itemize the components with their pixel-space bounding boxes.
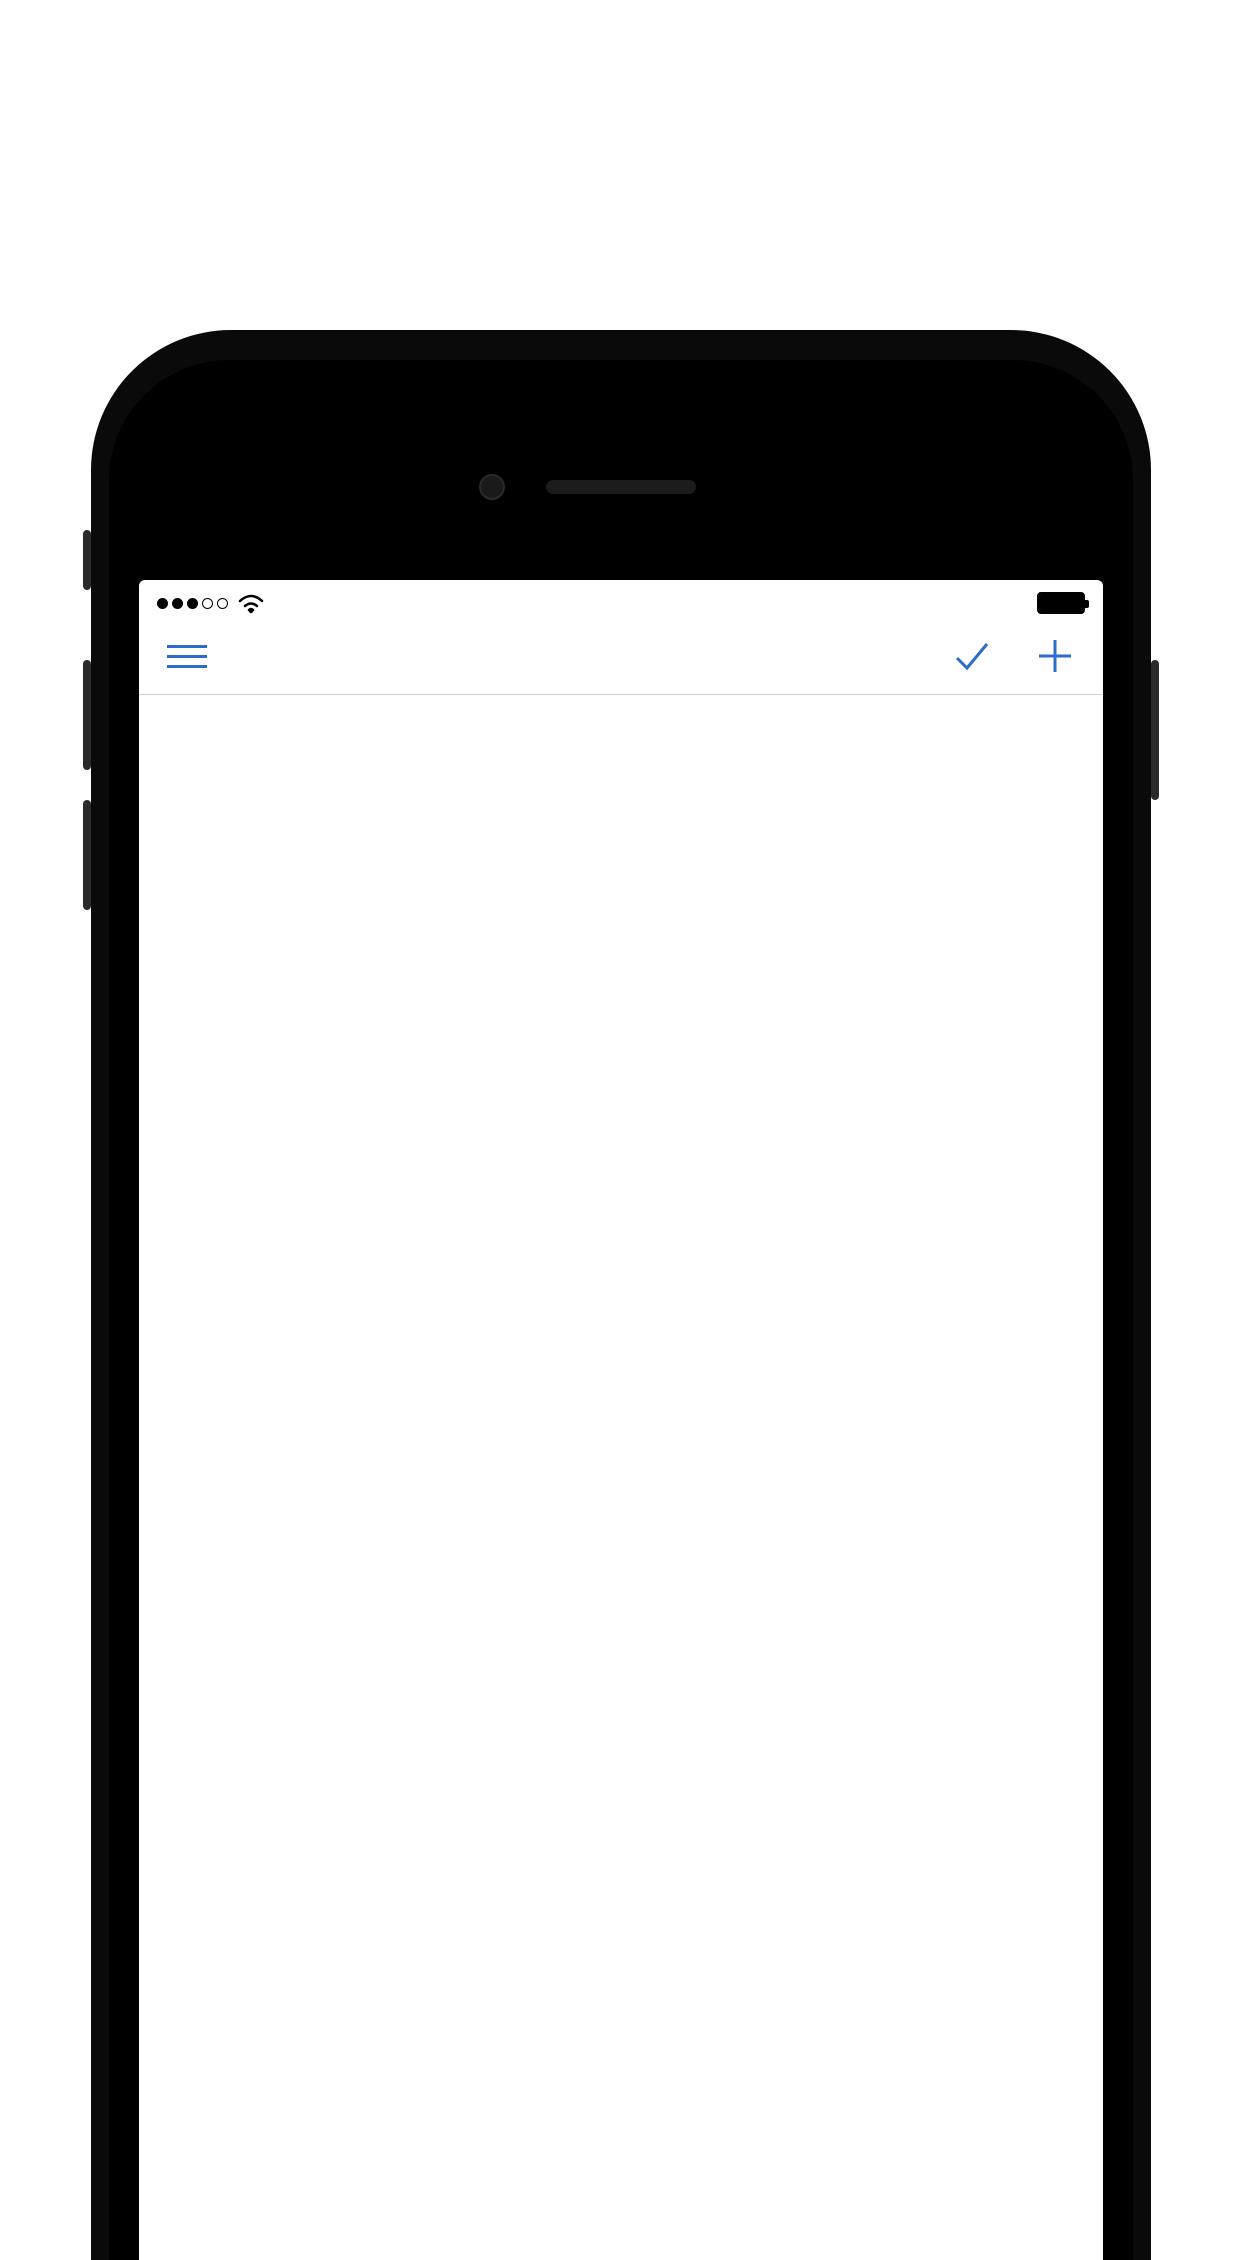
menu-icon[interactable] [167, 645, 207, 668]
power-button [1151, 660, 1159, 800]
promo-text [0, 0, 1242, 88]
volume-up-button [83, 660, 91, 770]
add-button[interactable] [1035, 636, 1075, 676]
phone-camera [479, 474, 505, 500]
screen [139, 580, 1103, 2260]
battery-icon [1037, 592, 1085, 614]
select-button[interactable] [951, 636, 991, 676]
status-bar [139, 580, 1103, 622]
nav-bar [139, 622, 1103, 695]
phone-speaker [546, 480, 696, 494]
volume-down-button [83, 800, 91, 910]
signal-strength-icon [157, 598, 228, 609]
phone-frame [91, 330, 1151, 2260]
wifi-icon [236, 592, 266, 614]
mute-switch [83, 530, 91, 590]
